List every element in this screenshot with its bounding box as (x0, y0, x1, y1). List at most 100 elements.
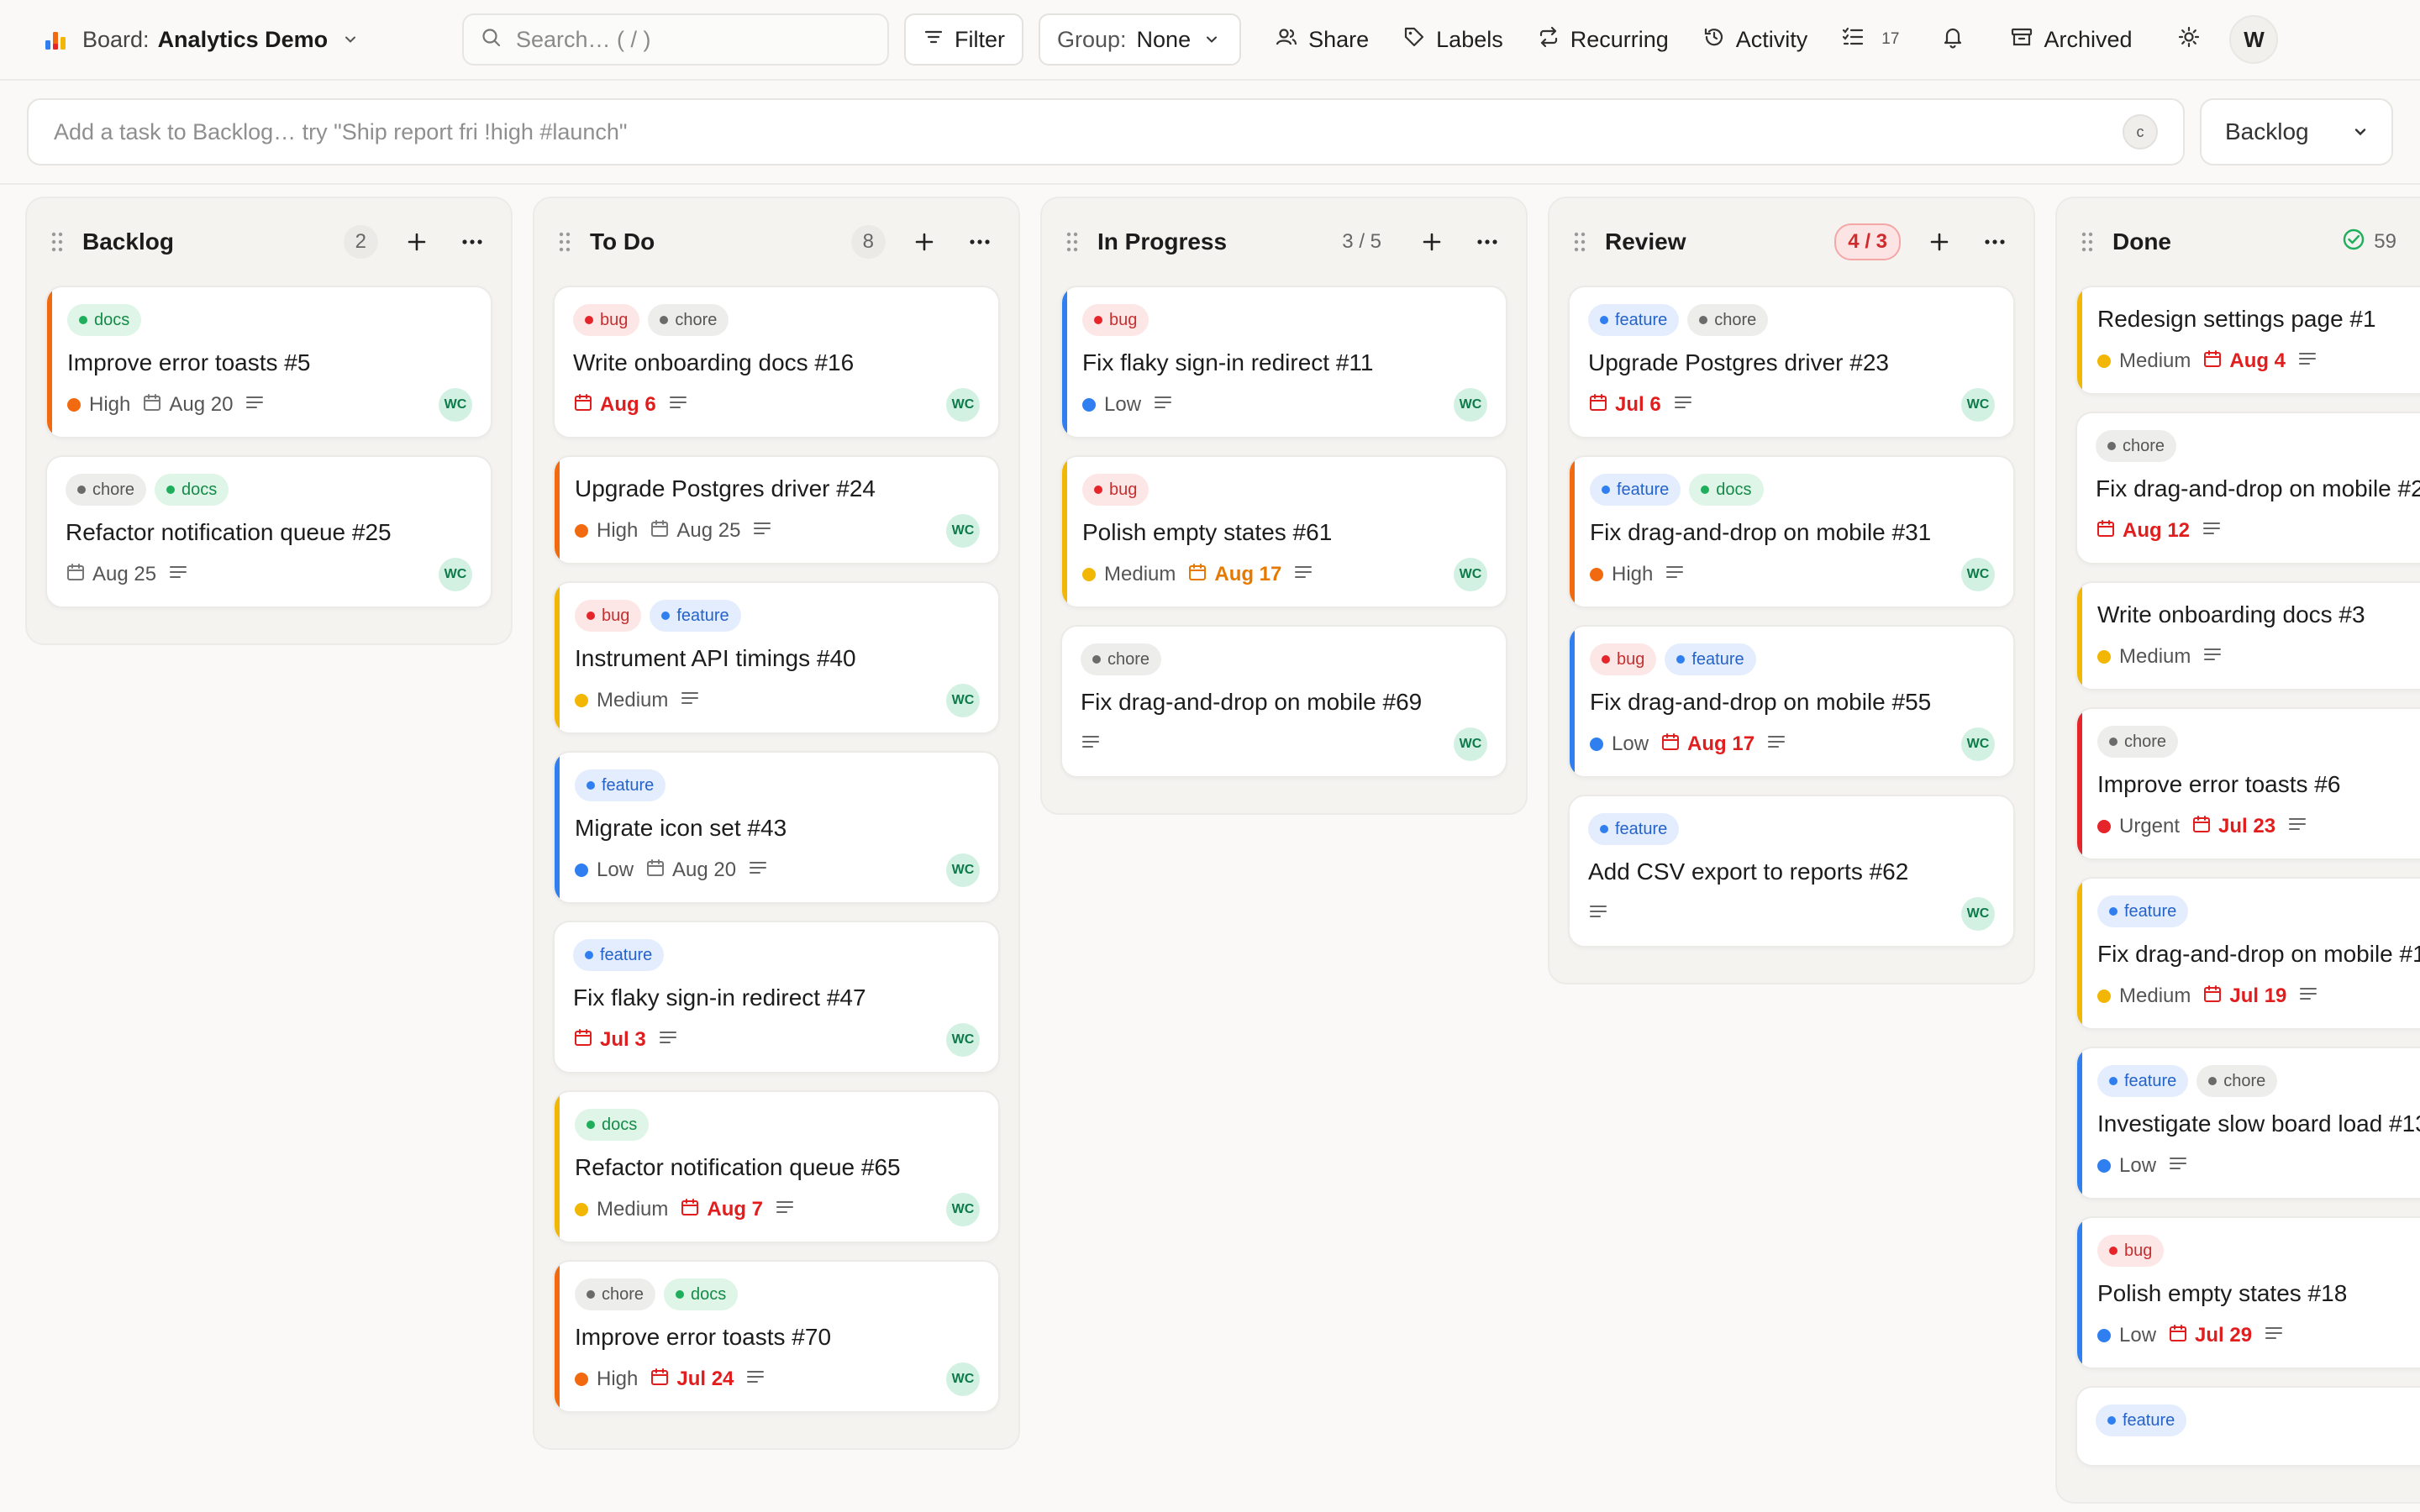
task-card[interactable]: chore Fix drag-and-drop on mobile #69 WC (1060, 625, 1507, 778)
tasks-list-button[interactable]: 17 (1841, 25, 1899, 55)
task-card[interactable]: bug feature Fix drag-and-drop on mobile #5… (1568, 625, 2015, 778)
quick-add-input[interactable]: Add a task to Backlog… try "Ship report … (27, 98, 2185, 165)
assignee-avatar[interactable]: WC (1961, 558, 1995, 591)
tag-chip[interactable]: chore (1081, 643, 1162, 675)
tag-chip[interactable]: feature (1588, 813, 1680, 845)
column-menu-button[interactable] (1470, 225, 1504, 259)
task-card[interactable]: Upgrade Postgres driver #24 High Aug 25 WC (553, 455, 1000, 564)
tag-chip[interactable]: feature (575, 769, 666, 801)
tag-chip[interactable]: chore (2196, 1065, 2278, 1097)
assignee-avatar[interactable]: WC (946, 1193, 980, 1226)
assignee-avatar[interactable]: WC (1454, 558, 1487, 591)
tag-chip[interactable]: docs (575, 1109, 650, 1141)
tag-chip[interactable]: docs (664, 1278, 739, 1310)
tag-chip[interactable]: docs (67, 304, 142, 336)
tag-chip[interactable]: feature (2097, 895, 2189, 927)
assignee-avatar[interactable]: WC (1454, 388, 1487, 422)
column-menu-button[interactable] (963, 225, 997, 259)
tag-chip[interactable]: chore (2096, 430, 2177, 462)
user-avatar[interactable]: W (2229, 15, 2279, 64)
add-task-button[interactable] (400, 225, 434, 259)
tag-chip[interactable]: chore (66, 474, 147, 506)
assignee-avatar[interactable]: WC (946, 1362, 980, 1396)
group-select[interactable]: Group: None (1039, 13, 1242, 66)
drag-handle-icon[interactable] (2081, 231, 2094, 253)
board-switcher[interactable]: Board: Analytics Demo (40, 24, 462, 55)
tag-chip[interactable]: chore (2097, 726, 2179, 758)
task-card[interactable]: feature Fix drag-and-drop on mobile #1 Med… (2075, 877, 2420, 1030)
assignee-avatar[interactable]: WC (439, 558, 472, 591)
task-card[interactable]: bug Polish empty states #61 Medium Aug 17 WC (1060, 455, 1507, 608)
labels-button[interactable]: Labels (1402, 25, 1503, 55)
tag-chip[interactable]: feature (1590, 474, 1681, 506)
assignee-avatar[interactable]: WC (1961, 897, 1995, 931)
drag-handle-icon[interactable] (1573, 231, 1586, 253)
task-title: Investigate slow board load #13 (2097, 1110, 2420, 1137)
task-card[interactable]: feature chore Investigate slow board load … (2075, 1047, 2420, 1200)
assignee-avatar[interactable]: WC (946, 514, 980, 548)
tag-chip[interactable]: feature (573, 939, 665, 971)
assignee-avatar[interactable]: WC (946, 388, 980, 422)
task-card[interactable]: Redesign settings page #1 Medium Aug 4 (2075, 286, 2420, 395)
assignee-avatar[interactable]: WC (946, 684, 980, 717)
assignee-avatar[interactable]: WC (1961, 388, 1995, 422)
tag-chip[interactable]: chore (1687, 304, 1769, 336)
task-card[interactable]: bug Polish empty states #18 Low Jul 29 (2075, 1216, 2420, 1369)
task-card[interactable]: feature docs Fix drag-and-drop on mobile #… (1568, 455, 2015, 608)
task-card[interactable]: chore docs Refactor notification queue #25… (45, 455, 492, 608)
task-card[interactable]: feature Migrate icon set #43 Low Aug 20 WC (553, 751, 1000, 904)
assignee-avatar[interactable]: WC (439, 388, 472, 422)
task-card[interactable]: Write onboarding docs #3 Medium (2075, 581, 2420, 690)
assignee-avatar[interactable]: WC (946, 1023, 980, 1057)
tag-chip[interactable]: feature (2096, 1404, 2187, 1436)
add-task-button[interactable] (908, 225, 941, 259)
search-input[interactable]: Search… ( / ) (462, 13, 889, 66)
assignee-avatar[interactable]: WC (1454, 727, 1487, 761)
theme-toggle[interactable] (2177, 25, 2201, 55)
task-card[interactable]: bug feature Instrument API timings #40 Medi… (553, 581, 1000, 734)
task-card[interactable]: chore Improve error toasts #6 Urgent Jul 23 (2075, 707, 2420, 860)
tag-chip[interactable]: bug (1082, 474, 1150, 506)
tag-chip[interactable]: bug (2097, 1235, 2165, 1267)
activity-button[interactable]: Activity (1702, 25, 1807, 55)
tag-chip[interactable]: docs (1689, 474, 1764, 506)
assignee-avatar[interactable]: WC (946, 853, 980, 887)
plus-icon (1423, 233, 1441, 251)
task-card[interactable]: feature (2075, 1386, 2420, 1467)
tag-chip[interactable]: feature (1665, 643, 1756, 675)
share-button[interactable]: Share (1275, 25, 1369, 55)
task-card[interactable]: bug Fix flaky sign-in redirect #11 Low WC (1060, 286, 1507, 438)
tag-chip[interactable]: feature (2097, 1065, 2189, 1097)
tag-chip[interactable]: bug (575, 600, 642, 632)
drag-handle-icon[interactable] (50, 231, 64, 253)
tag-chip[interactable]: feature (650, 600, 741, 632)
archived-button[interactable]: Archived (2010, 25, 2132, 55)
drag-handle-icon[interactable] (558, 231, 571, 253)
task-card[interactable]: docs Refactor notification queue #65 Mediu… (553, 1090, 1000, 1243)
tag-chip[interactable]: bug (573, 304, 640, 336)
add-task-button[interactable] (1923, 225, 1956, 259)
drag-handle-icon[interactable] (1065, 231, 1079, 253)
task-card[interactable]: chore Fix drag-and-drop on mobile #2 Aug 1… (2075, 412, 2420, 564)
task-card[interactable]: chore docs Improve error toasts #70 High Jul… (553, 1260, 1000, 1413)
recurring-button[interactable]: Recurring (1537, 25, 1669, 55)
tag-chip[interactable]: feature (1588, 304, 1680, 336)
filter-button[interactable]: Filter (904, 13, 1023, 66)
notifications-button[interactable] (1941, 25, 1965, 55)
assignee-avatar[interactable]: WC (1961, 727, 1995, 761)
tag-chip[interactable]: docs (155, 474, 229, 506)
task-card[interactable]: docs Improve error toasts #5 High Aug 20 WC (45, 286, 492, 438)
target-column-select[interactable]: Backlog (2200, 98, 2393, 165)
column-menu-button[interactable] (1978, 225, 2012, 259)
task-card[interactable]: feature Add CSV export to reports #62 WC (1568, 795, 2015, 948)
task-card[interactable]: feature Fix flaky sign-in redirect #47 Jul… (553, 921, 1000, 1074)
task-card[interactable]: feature chore Upgrade Postgres driver #23 J… (1568, 286, 2015, 438)
tag-chip[interactable]: bug (1590, 643, 1657, 675)
tag-chip[interactable]: bug (1082, 304, 1150, 336)
task-card[interactable]: bug chore Write onboarding docs #16 Aug 6 WC (553, 286, 1000, 438)
add-task-button[interactable] (1415, 225, 1449, 259)
tag-chip[interactable]: chore (648, 304, 729, 336)
column-menu-button[interactable] (455, 225, 489, 259)
tag-dot (2109, 1247, 2118, 1255)
tag-chip[interactable]: chore (575, 1278, 656, 1310)
